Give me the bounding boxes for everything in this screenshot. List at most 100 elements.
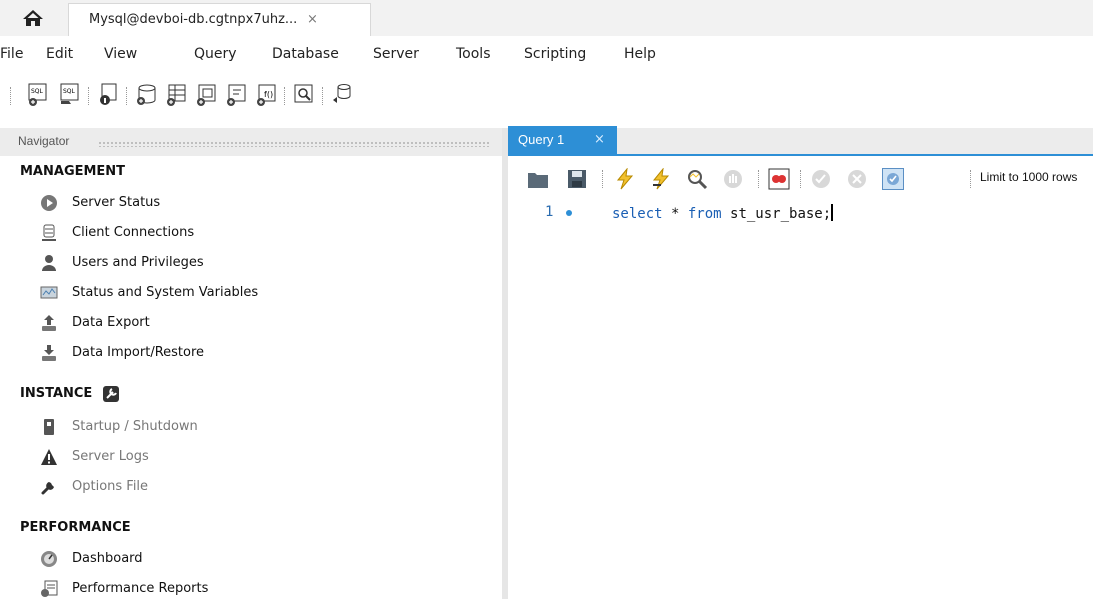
gauge-icon bbox=[41, 551, 57, 567]
commit-icon[interactable] bbox=[810, 168, 832, 190]
limit-rows-select[interactable]: Limit to 1000 rows bbox=[980, 170, 1093, 184]
execute-icon[interactable] bbox=[614, 168, 636, 190]
create-procedure-icon[interactable] bbox=[224, 82, 248, 108]
create-schema-icon[interactable] bbox=[134, 82, 158, 108]
execute-current-icon[interactable] bbox=[650, 168, 672, 190]
export-icon bbox=[42, 315, 56, 331]
server-icon bbox=[42, 224, 56, 241]
line-number: 1 bbox=[545, 204, 554, 220]
query-tab-label: Query 1 bbox=[518, 132, 565, 147]
monitor-icon bbox=[40, 286, 58, 299]
toolbar-separator bbox=[758, 170, 759, 188]
nav-item-performance-reports[interactable]: Performance Reports bbox=[36, 578, 476, 599]
keyword-from: from bbox=[687, 206, 722, 222]
inspector-icon[interactable] bbox=[96, 82, 120, 108]
connection-tab[interactable]: Mysql@devboi-db.cgtnpx7uhz... × bbox=[68, 3, 371, 36]
toolbar-separator bbox=[970, 170, 971, 188]
svg-text:SQL: SQL bbox=[63, 88, 76, 95]
explain-icon[interactable] bbox=[686, 168, 708, 190]
play-circle-icon bbox=[41, 195, 57, 211]
svg-text:f(): f() bbox=[264, 90, 273, 99]
nav-item-label: Users and Privileges bbox=[72, 255, 204, 270]
wrench-icon bbox=[41, 482, 54, 495]
section-performance: PERFORMANCE bbox=[20, 520, 131, 535]
nav-item-options-file[interactable]: Options File bbox=[36, 476, 476, 500]
nav-item-client-connections[interactable]: Client Connections bbox=[36, 222, 476, 246]
nav-item-label: Performance Reports bbox=[72, 581, 209, 596]
close-icon[interactable]: × bbox=[307, 12, 318, 27]
nav-item-users-privileges[interactable]: Users and Privileges bbox=[36, 252, 476, 276]
create-function-icon[interactable]: f() bbox=[254, 82, 278, 108]
save-icon[interactable] bbox=[566, 168, 588, 190]
sql-editor[interactable] bbox=[508, 200, 1093, 599]
nav-item-startup-shutdown[interactable]: Startup / Shutdown bbox=[36, 416, 476, 440]
nav-item-label: Server Status bbox=[72, 195, 161, 210]
create-table-icon[interactable] bbox=[164, 82, 188, 108]
new-sql-tab-icon[interactable]: SQL bbox=[26, 82, 50, 108]
report-icon bbox=[41, 580, 58, 597]
menu-tools[interactable]: Tools bbox=[456, 46, 491, 62]
wrench-icon[interactable] bbox=[103, 386, 119, 402]
toolbar-separator bbox=[800, 170, 801, 188]
menu-edit[interactable]: Edit bbox=[46, 46, 73, 62]
nav-item-label: Client Connections bbox=[72, 225, 195, 240]
menu-bar: File Edit View Query Database Server Too… bbox=[0, 36, 1093, 76]
nav-item-label: Data Export bbox=[72, 315, 150, 330]
svg-text:SQL: SQL bbox=[31, 88, 44, 95]
nav-item-label: Status and System Variables bbox=[72, 285, 259, 300]
menu-scripting[interactable]: Scripting bbox=[524, 46, 586, 62]
stop-icon[interactable] bbox=[722, 168, 744, 190]
home-icon[interactable] bbox=[22, 9, 44, 27]
navigator-title: Navigator bbox=[18, 134, 70, 148]
keyword-select: select bbox=[612, 206, 663, 222]
menu-view[interactable]: View bbox=[104, 46, 137, 62]
toolbar-separator bbox=[322, 87, 323, 105]
nav-item-label: Dashboard bbox=[72, 551, 143, 566]
line-marker-dot bbox=[566, 210, 572, 216]
nav-item-label: Data Import/Restore bbox=[72, 345, 205, 360]
close-icon[interactable]: × bbox=[594, 132, 605, 147]
toolbar-separator bbox=[126, 87, 127, 105]
navigator-panel: MANAGEMENT Server Status Client Connecti… bbox=[0, 156, 502, 599]
toolbar-separator bbox=[284, 87, 285, 105]
section-instance: INSTANCE bbox=[20, 386, 119, 402]
toolbar-separator bbox=[88, 87, 89, 105]
menu-server[interactable]: Server bbox=[373, 46, 419, 62]
code-star: * bbox=[662, 206, 688, 222]
navigator-grip bbox=[98, 141, 490, 147]
navigator-header: Navigator bbox=[0, 128, 502, 156]
search-table-data-icon[interactable] bbox=[292, 82, 316, 108]
nav-item-data-export[interactable]: Data Export bbox=[36, 312, 476, 336]
nav-item-label: Server Logs bbox=[72, 449, 149, 464]
stop-on-error-icon[interactable] bbox=[768, 168, 790, 190]
reconnect-icon[interactable] bbox=[330, 82, 354, 108]
menu-file[interactable]: File bbox=[0, 46, 23, 62]
toolbar-separator bbox=[10, 87, 11, 105]
section-management: MANAGEMENT bbox=[20, 164, 126, 179]
user-icon bbox=[42, 255, 56, 271]
nav-item-label: Options File bbox=[72, 479, 149, 494]
section-instance-label: INSTANCE bbox=[20, 386, 93, 401]
nav-item-dashboard[interactable]: Dashboard bbox=[36, 548, 476, 572]
open-folder-icon[interactable] bbox=[527, 168, 549, 190]
menu-help[interactable]: Help bbox=[624, 46, 656, 62]
toolbar-separator bbox=[602, 170, 603, 188]
switch-icon bbox=[44, 419, 54, 435]
nav-item-server-status[interactable]: Server Status bbox=[36, 192, 476, 216]
code-table: st_usr_base; bbox=[721, 206, 832, 222]
nav-item-status-variables[interactable]: Status and System Variables bbox=[36, 282, 476, 306]
nav-item-server-logs[interactable]: Server Logs bbox=[36, 446, 476, 470]
menu-query[interactable]: Query bbox=[194, 46, 237, 62]
nav-item-data-import[interactable]: Data Import/Restore bbox=[36, 342, 476, 366]
menu-database[interactable]: Database bbox=[272, 46, 339, 62]
code-line[interactable]: select * from st_usr_base; bbox=[612, 204, 834, 222]
connection-tab-label: Mysql@devboi-db.cgtnpx7uhz... bbox=[89, 12, 298, 27]
warning-icon bbox=[41, 449, 57, 465]
open-sql-script-icon[interactable]: SQL bbox=[58, 82, 82, 108]
autocommit-toggle-icon[interactable] bbox=[882, 168, 904, 190]
nav-item-label: Startup / Shutdown bbox=[72, 419, 198, 434]
create-view-icon[interactable] bbox=[194, 82, 218, 108]
import-icon bbox=[42, 345, 56, 361]
rollback-icon[interactable] bbox=[846, 168, 868, 190]
query-tab[interactable]: Query 1 × bbox=[508, 126, 617, 156]
